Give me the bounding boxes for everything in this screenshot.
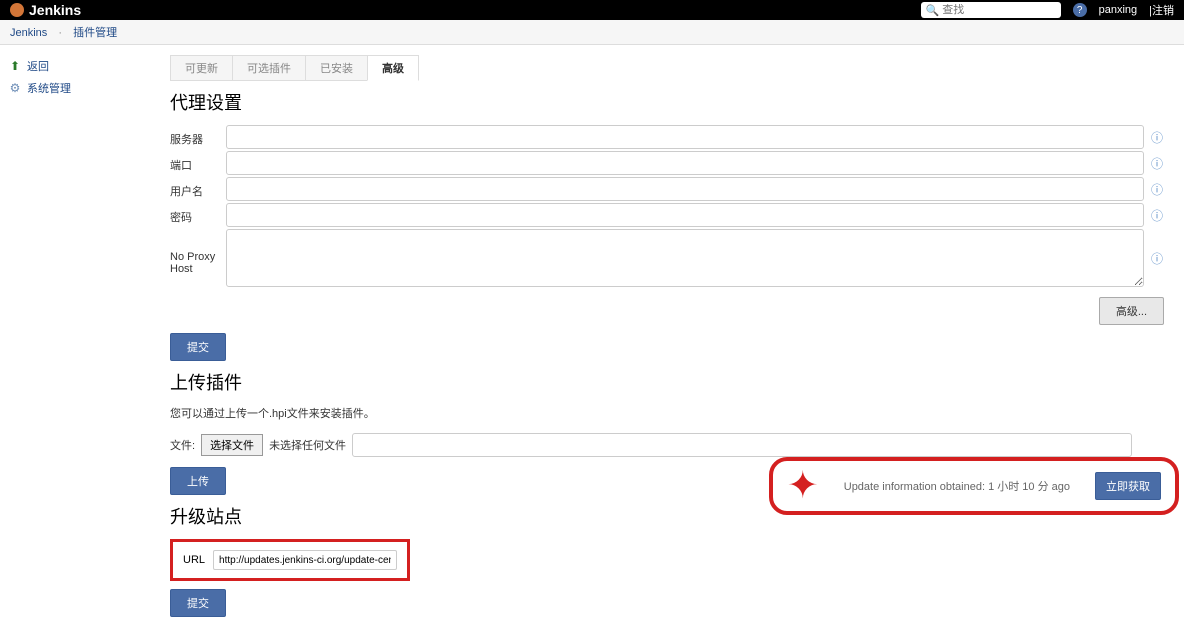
star-annotation-icon: ✦ — [787, 467, 819, 505]
form-row-port: 端口 ⓘ — [170, 151, 1164, 175]
input-port[interactable] — [226, 151, 1144, 175]
main-layout: ⬆ 返回 ⚙ 系统管理 可更新 可选插件 已安装 高级 代理设置 服务器 ⓘ 端… — [0, 45, 1184, 627]
url-input[interactable] — [213, 550, 397, 570]
proxy-submit-button[interactable]: 提交 — [170, 333, 226, 361]
form-row-server: 服务器 ⓘ — [170, 125, 1164, 149]
file-combo-box[interactable] — [352, 433, 1132, 457]
input-noproxy[interactable] — [226, 229, 1144, 287]
tab-advanced[interactable]: 高级 — [367, 55, 419, 81]
input-server[interactable] — [226, 125, 1144, 149]
search-icon: 🔍 — [926, 4, 940, 17]
help-icon[interactable]: ⓘ — [1150, 156, 1164, 170]
advanced-btn-row: 高级... — [170, 297, 1164, 325]
search-input[interactable] — [942, 4, 1055, 16]
gear-icon: ⚙ — [8, 81, 22, 95]
help-icon[interactable]: ⓘ — [1150, 251, 1164, 265]
header-right: 🔍 ? panxing |注销 — [921, 2, 1174, 18]
user-link[interactable]: panxing — [1099, 4, 1138, 16]
label-user: 用户名 — [170, 177, 226, 199]
form-row-password: 密码 ⓘ — [170, 203, 1164, 227]
check-now-button[interactable]: 立即获取 — [1095, 472, 1161, 500]
update-info-text: Update information obtained: 1 小时 10 分 a… — [844, 478, 1070, 494]
top-header: Jenkins 🔍 ? panxing |注销 — [0, 0, 1184, 20]
url-highlighted-box: URL — [170, 539, 410, 581]
url-row: URL — [183, 550, 397, 570]
tab-installed[interactable]: 已安装 — [305, 55, 368, 81]
header-left: Jenkins — [10, 2, 81, 18]
label-port: 端口 — [170, 151, 226, 173]
no-file-text: 未选择任何文件 — [269, 437, 346, 453]
tabs: 可更新 可选插件 已安装 高级 — [170, 55, 1164, 81]
upload-button[interactable]: 上传 — [170, 467, 226, 495]
help-icon[interactable]: ⓘ — [1150, 182, 1164, 196]
brand-name: Jenkins — [29, 2, 81, 18]
proxy-section-title: 代理设置 — [170, 89, 1164, 115]
search-box[interactable]: 🔍 — [921, 2, 1061, 18]
breadcrumb-separator: · — [58, 27, 62, 39]
file-label: 文件: — [170, 437, 195, 453]
content: 可更新 可选插件 已安装 高级 代理设置 服务器 ⓘ 端口 ⓘ 用户名 ⓘ 密码… — [170, 45, 1184, 627]
sidebar: ⬆ 返回 ⚙ 系统管理 — [0, 45, 170, 627]
advanced-button[interactable]: 高级... — [1099, 297, 1164, 325]
file-row: 文件: 选择文件 未选择任何文件 — [170, 433, 1164, 457]
back-arrow-icon: ⬆ — [8, 59, 22, 73]
choose-file-button[interactable]: 选择文件 — [201, 434, 263, 456]
help-icon[interactable]: ? — [1073, 3, 1087, 17]
update-site-submit-button[interactable]: 提交 — [170, 589, 226, 617]
label-server: 服务器 — [170, 125, 226, 147]
label-password: 密码 — [170, 203, 226, 225]
sidebar-item-back[interactable]: ⬆ 返回 — [8, 55, 170, 77]
breadcrumb-item-jenkins[interactable]: Jenkins — [10, 27, 47, 39]
form-row-noproxy: No Proxy Host ⓘ — [170, 229, 1164, 287]
jenkins-logo-icon — [10, 3, 24, 17]
label-noproxy: No Proxy Host — [170, 229, 226, 275]
breadcrumb-item-plugin[interactable]: 插件管理 — [73, 27, 117, 39]
sidebar-item-label: 系统管理 — [27, 80, 71, 96]
help-icon[interactable]: ⓘ — [1150, 130, 1164, 144]
footer-highlighted-box: ✦ Update information obtained: 1 小时 10 分… — [769, 457, 1179, 515]
upload-subtitle: 您可以通过上传一个.hpi文件来安装插件。 — [170, 405, 1164, 421]
tab-available[interactable]: 可选插件 — [232, 55, 306, 81]
tab-updatable[interactable]: 可更新 — [170, 55, 233, 81]
footer-bar: ✦ Update information obtained: 1 小时 10 分… — [769, 457, 1179, 515]
input-user[interactable] — [226, 177, 1144, 201]
sidebar-item-manage[interactable]: ⚙ 系统管理 — [8, 77, 170, 99]
upload-section-title: 上传插件 — [170, 369, 1164, 395]
form-row-user: 用户名 ⓘ — [170, 177, 1164, 201]
url-label: URL — [183, 554, 205, 566]
sidebar-item-label: 返回 — [27, 58, 49, 74]
help-icon[interactable]: ⓘ — [1150, 208, 1164, 222]
logout-link[interactable]: |注销 — [1149, 2, 1174, 18]
breadcrumb: Jenkins · 插件管理 — [0, 20, 1184, 45]
input-password[interactable] — [226, 203, 1144, 227]
